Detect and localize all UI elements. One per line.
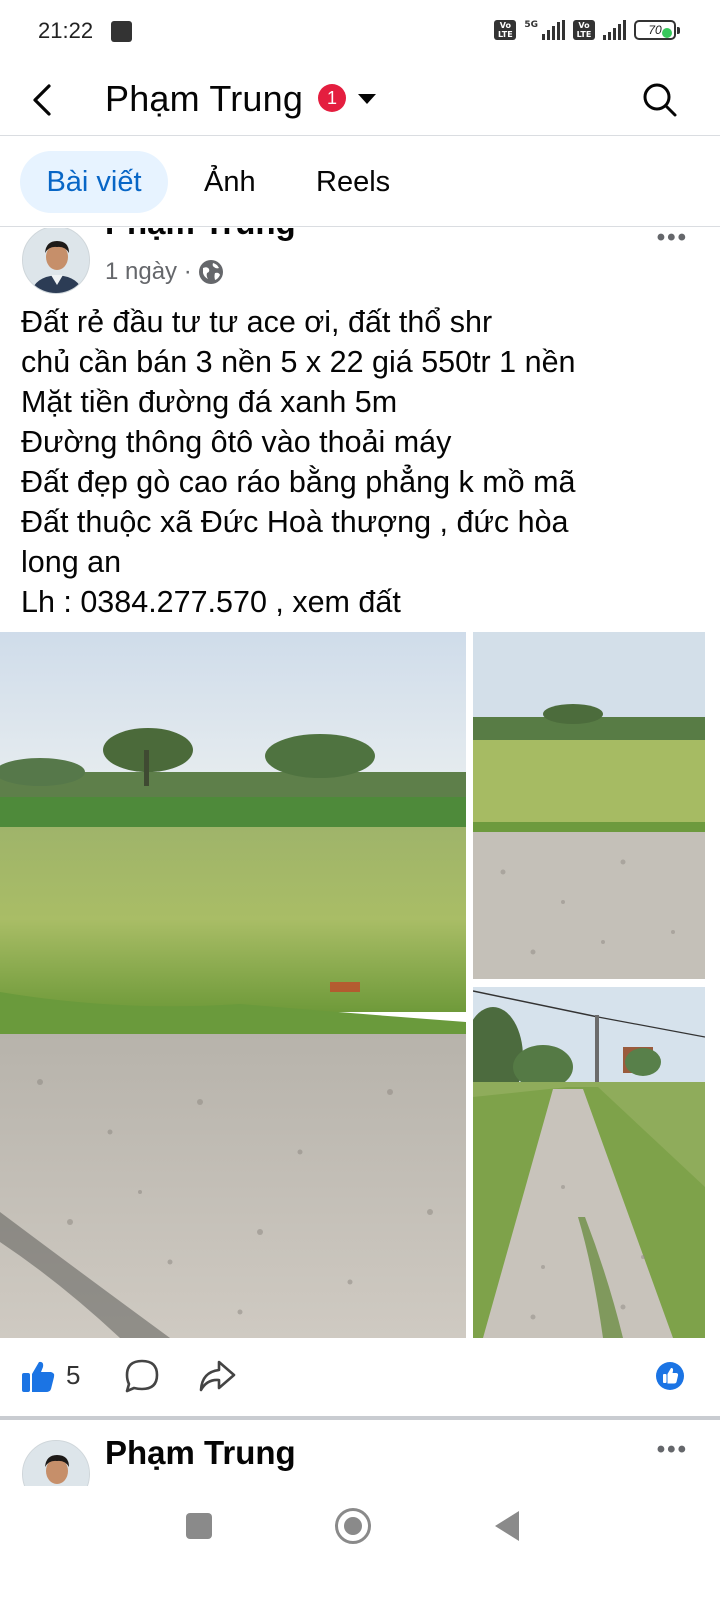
post-author[interactable]: Phạm Trung (105, 228, 296, 242)
globe-icon (198, 260, 223, 284)
status-bar: 21:22 Vo LTE 5G Vo LTE 70 (0, 0, 720, 66)
post-text-line: Mặt tiền đường đá xanh 5m (21, 385, 398, 419)
search-icon[interactable] (640, 80, 680, 120)
volte-icon-2: Vo LTE (573, 20, 595, 40)
avatar[interactable] (22, 228, 90, 294)
post-photo-main[interactable] (0, 632, 466, 1338)
feed-post: Phạm Trung 1 ngày · ••• Đất rẻ đầu tư tư… (0, 228, 720, 1416)
share-icon (199, 1360, 236, 1392)
notification-icon (111, 21, 132, 42)
comment-icon (125, 1359, 159, 1393)
post-text-line: Đất đẹp gò cao ráo bằng phẳng k mồ mã (21, 465, 576, 499)
system-nav-bar (0, 1486, 720, 1601)
like-button[interactable] (20, 1358, 56, 1394)
like-count[interactable]: 5 (66, 1360, 80, 1391)
chevron-down-icon[interactable] (358, 94, 376, 104)
post-actions: 5 (0, 1340, 720, 1416)
more-options-icon[interactable]: ••• (657, 228, 688, 252)
thumbs-up-icon (22, 1361, 55, 1392)
comment-button[interactable] (124, 1358, 160, 1394)
post-text-line: Đất rẻ đầu tư tư ace ơi, đất thổ shr (21, 305, 493, 339)
post-time[interactable]: 1 ngày · (105, 258, 192, 286)
back-arrow-icon[interactable] (24, 80, 64, 120)
signal-icon (542, 20, 565, 40)
tab-reels[interactable]: Reels (316, 151, 390, 213)
network-type: 5G (524, 20, 538, 30)
feed-post-next: Phạm Trung ••• (0, 1420, 720, 1486)
post-text: Đất rẻ đầu tư tư ace ơi, đất thổ shr chủ… (21, 302, 701, 622)
home-button[interactable] (335, 1508, 371, 1544)
post-text-line: Đường thông ôtô vào thoải máy (21, 425, 452, 459)
privacy-indicator (662, 28, 672, 38)
profile-header: Phạm Trung 1 (0, 66, 720, 136)
post-meta: 1 ngày · (105, 258, 224, 286)
share-button[interactable] (197, 1358, 237, 1394)
notification-badge: 1 (318, 84, 346, 112)
post-text-line: Lh : 0384.277.570 , xem đất (21, 585, 401, 619)
post-text-line: chủ cần bán 3 nền 5 x 22 giá 550tr 1 nền (21, 345, 576, 379)
more-options-icon[interactable]: ••• (657, 1436, 688, 1464)
status-icons: Vo LTE 5G Vo LTE 70 (494, 20, 680, 40)
like-reaction-icon[interactable] (656, 1362, 684, 1390)
post-photo-2[interactable] (473, 632, 705, 979)
post-author[interactable]: Phạm Trung (105, 1434, 296, 1472)
post-text-line: long an (21, 545, 122, 579)
system-back-button[interactable] (495, 1511, 519, 1541)
photo-grid (0, 632, 720, 1338)
tab-posts[interactable]: Bài viết (20, 151, 168, 213)
post-photo-3[interactable] (473, 987, 705, 1338)
profile-name[interactable]: Phạm Trung (105, 78, 303, 120)
profile-tabs: Bài viết Ảnh Reels (0, 137, 720, 227)
avatar[interactable] (22, 1440, 90, 1486)
recent-apps-button[interactable] (186, 1513, 212, 1539)
signal-icon-2 (603, 20, 626, 40)
volte-icon: Vo LTE (494, 20, 517, 40)
tab-photos[interactable]: Ảnh (204, 151, 256, 213)
post-text-line: Đất thuộc xã Đức Hoà thượng , đức hòa (21, 505, 569, 539)
status-time: 21:22 (38, 18, 94, 43)
